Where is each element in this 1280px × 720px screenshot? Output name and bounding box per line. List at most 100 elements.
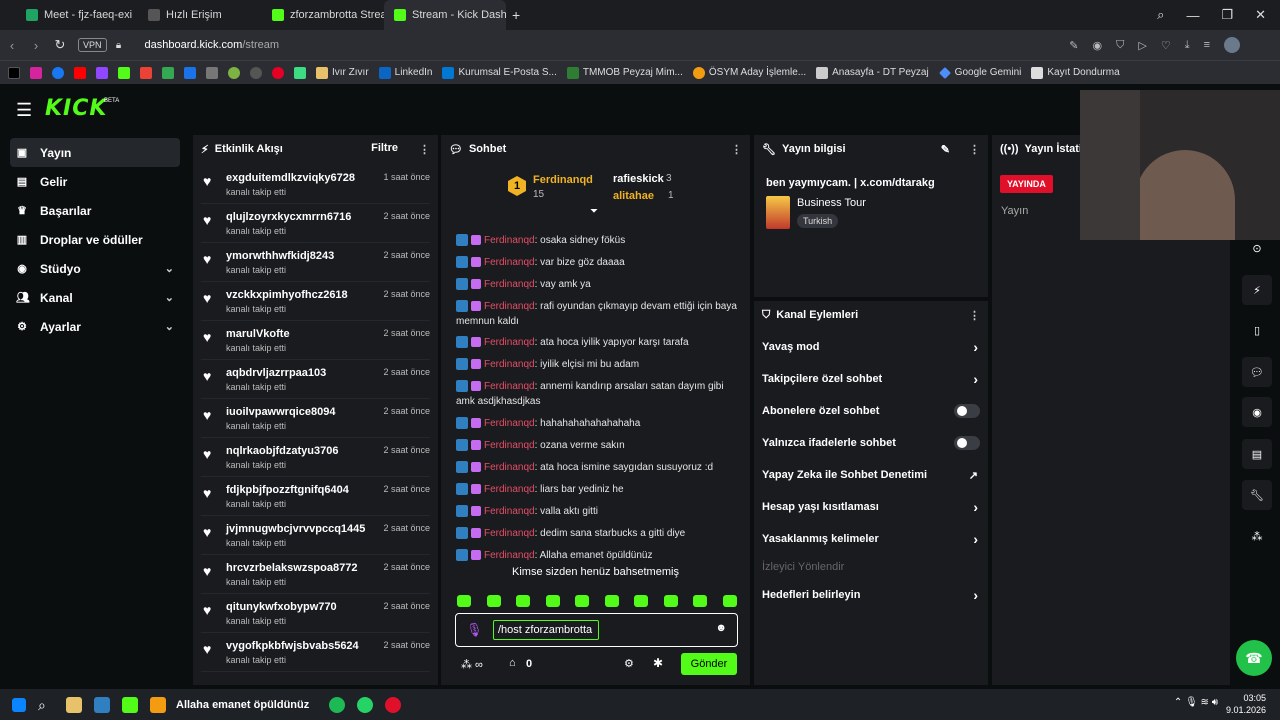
channel-action-row[interactable]: Hedefleri belirleyin › <box>754 579 988 611</box>
bookmark-gemini[interactable]: Google Gemini <box>938 66 1021 79</box>
bookmark-osym[interactable]: ÖSYM Aday İşlemle... <box>692 66 806 79</box>
tab-kick-dashboard[interactable]: Stream - Kick Dashboard × <box>384 0 506 30</box>
bookmark-folder[interactable]: Ivır Zıvır <box>316 66 369 79</box>
windows-start-icon[interactable] <box>12 697 26 712</box>
chat-username[interactable]: Ferdinanqd <box>484 381 535 392</box>
gmail-icon[interactable] <box>140 66 152 79</box>
toggle-switch[interactable] <box>954 404 980 418</box>
store-icon[interactable]: ⌂ <box>509 657 516 669</box>
chat-username[interactable]: Ferdinanqd <box>484 257 535 268</box>
send-button[interactable]: Gönder <box>681 653 737 675</box>
event-row[interactable]: ♥ vzckkxpimhyofhcz2618 kanalı takip etti 2 … <box>201 282 430 321</box>
kick-logo[interactable]: KICK <box>45 96 107 121</box>
chat-input[interactable] <box>493 620 599 640</box>
channel-action-row[interactable]: Hesap yaşı kısıtlaması › <box>754 491 988 523</box>
spotify-icon[interactable] <box>329 696 346 713</box>
maps-icon[interactable] <box>162 66 174 79</box>
chat-username[interactable]: Ferdinanqd <box>484 279 535 290</box>
chat-message[interactable]: Ferdinanqd: liars bar yediniz he <box>456 482 741 497</box>
event-row[interactable]: ♥ iuoilvpawwrqice8094 kanalı takip etti 2 s… <box>201 399 430 438</box>
link-icon[interactable] <box>206 66 218 79</box>
chat-input-box[interactable]: 🎙︎ ☻ <box>455 613 738 647</box>
chat-message[interactable]: Ferdinanqd: osaka sidney föküs <box>456 233 741 248</box>
chat-username[interactable]: Ferdinanqd <box>484 440 535 451</box>
event-row[interactable]: ♥ vygofkpkbfwjsbvabs5624 kanalı takip etti… <box>201 633 430 672</box>
chat-username[interactable]: Ferdinanqd <box>484 506 535 517</box>
chat-message[interactable]: Ferdinanqd: valla aktı gitti <box>456 504 741 519</box>
chat-message[interactable]: Ferdinanqd: rafi oyundan çıkmayıp devam … <box>456 299 741 329</box>
search-tabs-icon[interactable]: ⌕ <box>1157 7 1164 23</box>
search-icon[interactable]: ⌕ <box>38 697 54 713</box>
maximize-icon[interactable]: ❐ <box>1221 7 1233 23</box>
sidebar-item-studyo[interactable]: ◉ Stüdyo ⌄ <box>10 254 180 283</box>
twitch-icon[interactable] <box>96 66 108 79</box>
event-row[interactable]: ♥ ymorwthhwfkidj8243 kanalı takip etti 2 sa… <box>201 243 430 282</box>
chat-message[interactable]: Ferdinanqd: dedim sana starbucks a gitti… <box>456 526 741 541</box>
profile-avatar[interactable] <box>1224 37 1240 53</box>
chat-username[interactable]: Ferdinanqd <box>484 550 535 561</box>
document-icon[interactable]: ▯ <box>1242 315 1272 345</box>
channel-action-row[interactable]: Abonelere özel sohbet <box>754 395 988 427</box>
event-row[interactable]: ♥ qlujlzoyrxkycxmrrn6716 kanalı takip etti… <box>201 204 430 243</box>
back-icon[interactable]: ‹ <box>0 38 24 53</box>
emote-icon[interactable] <box>604 595 619 607</box>
chat-username[interactable]: Ferdinanqd <box>484 235 535 246</box>
phone-icon[interactable] <box>294 66 306 79</box>
chat-message[interactable]: Ferdinanqd: hahahahahahahahaha <box>456 416 741 431</box>
chat-settings-icon[interactable]: ⚙ <box>624 657 634 670</box>
sidebar-item-gelir[interactable]: ▤ Gelir <box>10 167 180 196</box>
forward-icon[interactable]: › <box>24 38 48 53</box>
microphone-icon[interactable]: 🎙︎ <box>466 622 483 638</box>
app-icon[interactable] <box>150 696 166 713</box>
share-icon[interactable]: ⁂ <box>1242 521 1272 551</box>
sidebar-item-basarilar[interactable]: ♛ Başarılar <box>10 196 180 225</box>
chat-username[interactable]: Ferdinanqd <box>484 484 535 495</box>
chat-username[interactable]: Ferdinanqd <box>484 528 535 539</box>
more-options-icon[interactable]: ⋮ <box>969 143 980 156</box>
app-icon[interactable] <box>94 696 110 713</box>
chat-message[interactable]: Ferdinanqd: ata hoca ismine saygıdan sus… <box>456 460 741 475</box>
heart-icon[interactable]: ♡ <box>1161 39 1171 52</box>
play-icon[interactable]: ▷ <box>1138 39 1146 52</box>
lightning-icon[interactable]: ⚡︎ <box>1242 275 1272 305</box>
chat-username[interactable]: Ferdinanqd <box>484 462 535 473</box>
x-icon[interactable] <box>8 66 20 79</box>
emoji-icon[interactable]: ☻ <box>715 622 727 634</box>
channel-action-row[interactable]: Yalnızca ifadelerle sohbet <box>754 427 988 459</box>
chat-message[interactable]: Ferdinanqd: annemi kandırıp arsaları sat… <box>456 379 741 409</box>
pinterest-icon[interactable] <box>272 66 284 79</box>
chat-message[interactable]: Ferdinanqd: var bize göz daaaa <box>456 255 741 270</box>
broadcast-icon[interactable]: ◉ <box>1242 397 1272 427</box>
chat-username[interactable]: Ferdinanqd <box>484 301 535 312</box>
more-options-icon[interactable]: ⋮ <box>419 143 430 156</box>
emote-icon[interactable] <box>516 595 531 607</box>
sidebar-item-kanal[interactable]: 👥︎ Kanal ⌄ <box>10 283 180 312</box>
emote-icon[interactable] <box>693 595 708 607</box>
category-name[interactable]: Business Tour <box>797 197 866 209</box>
chat-message[interactable]: Ferdinanqd: ozana verme sakın <box>456 438 741 453</box>
url-field[interactable]: dashboard.kick.com/stream <box>145 39 280 51</box>
sidebar-item-droplar[interactable]: ▥ Droplar ve ödüller <box>10 225 180 254</box>
emote-icon[interactable] <box>634 595 649 607</box>
event-row[interactable]: ♥ aqbdrvljazrrpaa103 kanalı takip etti 2 sa… <box>201 360 430 399</box>
language-tag[interactable]: Turkish <box>797 214 839 228</box>
filter-button[interactable]: Filtre <box>371 142 398 154</box>
tab-meet[interactable]: Meet - fjz-faeq-exi <box>0 0 138 30</box>
tab-quick-access[interactable]: Hızlı Erişim <box>138 0 262 30</box>
chat-message[interactable]: Ferdinanqd: vay amk ya <box>456 277 741 292</box>
event-row[interactable]: ♥ hrcvzrbelakswzspoa8772 kanalı takip etti… <box>201 555 430 594</box>
toggle-switch[interactable] <box>954 436 980 450</box>
youtube-icon[interactable] <box>74 66 86 79</box>
event-row[interactable]: ♥ jvjmnugwbcjvrvvpccq1445 kanalı takip ett… <box>201 516 430 555</box>
emote-icon[interactable] <box>663 595 678 607</box>
clock[interactable]: 03:05 9.01.2026 <box>1226 692 1266 716</box>
channel-action-row[interactable]: Yapay Zeka ile Sohbet Denetimi ↗ <box>754 459 988 491</box>
chat-username[interactable]: Ferdinanqd <box>484 337 535 348</box>
more-options-icon[interactable]: ⋮ <box>731 143 742 156</box>
collapse-icon[interactable]: ⏷ <box>590 206 598 217</box>
channel-points-icon[interactable]: ⁂ ∞ <box>461 658 483 671</box>
system-tray[interactable]: ⌃ 🎙︎ ≋ 🔊︎ <box>1174 697 1218 708</box>
shield-icon[interactable]: ⛉ <box>1116 39 1124 52</box>
new-tab-icon[interactable]: + <box>512 7 520 23</box>
green-icon[interactable] <box>228 66 240 79</box>
